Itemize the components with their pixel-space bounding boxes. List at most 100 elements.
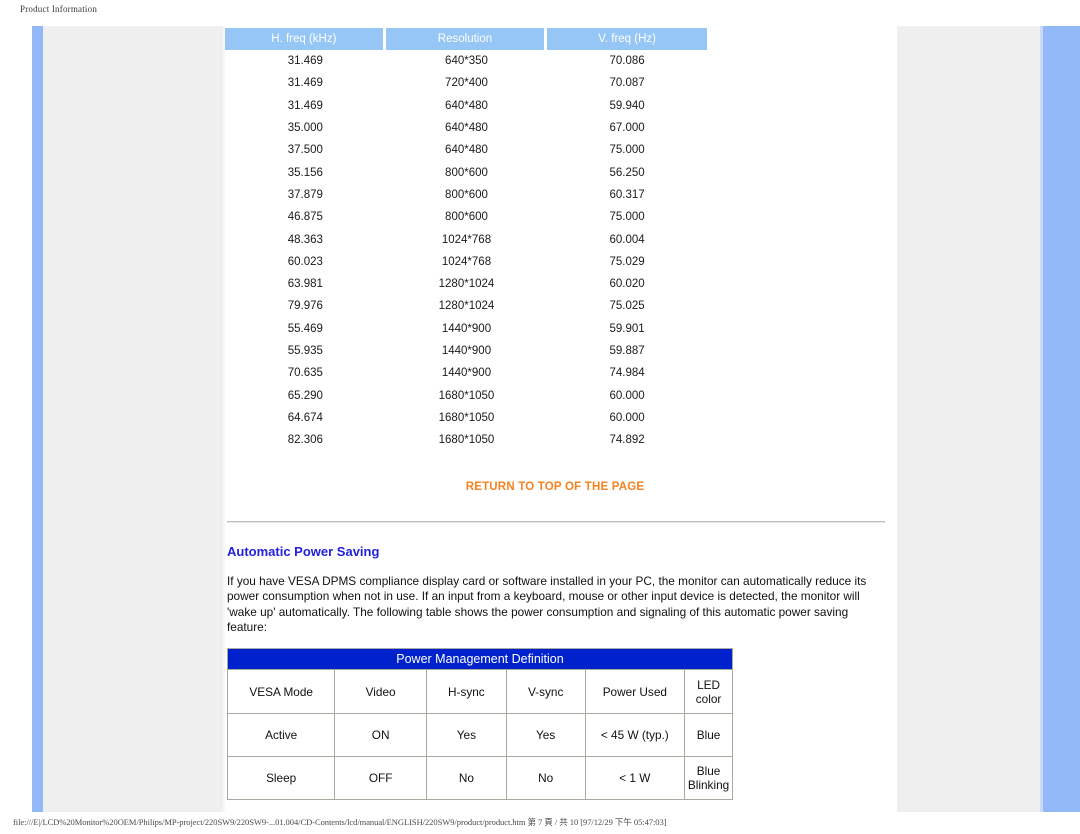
led-line1: Blue: [696, 728, 721, 742]
table-row: 37.500 640*480 75.000: [225, 139, 707, 161]
cell-vfreq: 59.940: [609, 99, 645, 112]
cell-resolution: 1680*1050: [438, 434, 495, 447]
cell-power-used: < 45 W (typ.): [584, 713, 686, 757]
power-table-title-row: Power Management Definition: [227, 648, 733, 670]
cell-hfreq: 35.000: [287, 122, 323, 135]
cell-hfreq: 46.875: [287, 211, 323, 224]
cell-vfreq: 70.087: [609, 77, 645, 90]
power-management-table: Power Management Definition VESA Mode Vi…: [226, 648, 733, 800]
cell-vfreq: 60.004: [609, 233, 645, 246]
cell-vfreq: 67.000: [609, 122, 645, 135]
section-paragraph: If you have VESA DPMS compliance display…: [227, 574, 867, 634]
column-header-hsync: H-sync: [425, 669, 507, 714]
column-header-video: Video: [334, 669, 427, 714]
cell-vfreq: 75.000: [609, 211, 645, 224]
cell-hfreq: 37.879: [287, 188, 323, 201]
cell-vsync: Yes: [505, 713, 586, 757]
cell-hfreq: 65.290: [287, 389, 323, 402]
led-header-line2: color: [695, 691, 722, 706]
cell-video: ON: [334, 713, 427, 757]
cell-vfreq: 75.025: [609, 300, 645, 313]
cell-resolution: 1680*1050: [438, 411, 495, 424]
cell-hfreq: 31.469: [287, 99, 323, 112]
led-header-line1: LED: [697, 677, 721, 692]
table-row: 31.469 640*480 59.940: [225, 95, 707, 117]
cell-resolution: 800*600: [445, 188, 488, 201]
main-content: H. freq (kHz) Resolution V. freq (Hz) 31…: [225, 26, 897, 812]
cell-hfreq: 31.469: [287, 77, 323, 90]
column-header-hfreq: H. freq (kHz): [225, 28, 386, 50]
left-nav-panel[interactable]: [43, 26, 225, 812]
status-bar: file:///E|/LCD%20Monitor%20OEM/Philips/M…: [0, 812, 1080, 834]
cell-resolution: 640*480: [445, 99, 488, 112]
cell-hfreq: 64.674: [287, 411, 323, 424]
cell-vfreq: 60.000: [609, 389, 645, 402]
column-header-led-color: LED color: [684, 669, 733, 714]
cell-hfreq: 35.156: [287, 166, 323, 179]
table-row: Sleep OFF No No < 1 W Blue Blinking: [226, 756, 733, 800]
cell-hfreq: 70.635: [287, 367, 323, 380]
cell-resolution: 800*600: [445, 166, 488, 179]
table-row: 55.935 1440*900 59.887: [225, 340, 707, 362]
cell-vesa-mode: Active: [226, 713, 336, 757]
column-header-vsync: V-sync: [505, 669, 586, 714]
cell-resolution: 800*600: [445, 211, 488, 224]
table-row: 48.363 1024*768 60.004: [225, 228, 707, 250]
cell-vsync: No: [505, 756, 586, 800]
table-row: 82.306 1680*1050 74.892: [225, 429, 707, 451]
print-header: Product Information: [20, 4, 98, 14]
table-row: 70.635 1440*900 74.984: [225, 362, 707, 384]
cell-hfreq: 60.023: [287, 255, 323, 268]
cell-vfreq: 75.000: [609, 144, 645, 157]
cell-led-color: Blue Blinking: [684, 756, 733, 800]
cell-resolution: 1280*1024: [438, 278, 495, 291]
table-row: 65.290 1680*1050 60.000: [225, 384, 707, 406]
cell-hfreq: 82.306: [287, 434, 323, 447]
cell-hsync: Yes: [425, 713, 507, 757]
cell-resolution: 1024*768: [441, 255, 492, 268]
cell-vfreq: 60.020: [609, 278, 645, 291]
table-row: Active ON Yes Yes < 45 W (typ.) Blue: [226, 713, 733, 757]
table-row: 31.469 640*350 70.086: [225, 50, 707, 72]
status-bar-path: file:///E|/LCD%20Monitor%20OEM/Philips/M…: [13, 817, 667, 827]
cell-resolution: 640*480: [445, 144, 488, 157]
cell-hsync: No: [425, 756, 507, 800]
cell-vfreq: 60.000: [609, 411, 645, 424]
table-row: 79.976 1280*1024 75.025: [225, 295, 707, 317]
cell-vfreq: 60.317: [609, 188, 645, 201]
cell-resolution: 640*480: [445, 122, 488, 135]
cell-resolution: 1440*900: [441, 367, 492, 380]
right-nav-stripe: [1043, 26, 1080, 812]
preset-timing-table: H. freq (kHz) Resolution V. freq (Hz) 31…: [225, 28, 707, 451]
cell-hfreq: 31.469: [287, 55, 323, 68]
power-table-title: Power Management Definition: [227, 648, 733, 670]
cell-video: OFF: [334, 756, 427, 800]
column-header-vesa-mode: VESA Mode: [226, 669, 336, 714]
left-nav-stripe: [32, 26, 43, 812]
cell-vfreq: 75.029: [609, 255, 645, 268]
right-side-panel: [897, 26, 1040, 812]
table-row: 35.000 640*480 67.000: [225, 117, 707, 139]
led-line1: Blue: [696, 764, 721, 778]
table-row: 37.879 800*600 60.317: [225, 184, 707, 206]
table-row: 63.981 1280*1024 60.020: [225, 273, 707, 295]
return-to-top-link[interactable]: RETURN TO TOP OF THE PAGE: [225, 481, 885, 493]
cell-resolution: 640*350: [445, 55, 488, 68]
table-row: 35.156 800*600 56.250: [225, 161, 707, 183]
cell-resolution: 1440*900: [441, 322, 492, 335]
table-row: 31.469 720*400 70.087: [225, 72, 707, 94]
cell-vfreq: 74.984: [609, 367, 645, 380]
column-header-vfreq: V. freq (Hz): [547, 28, 707, 50]
cell-resolution: 1440*900: [441, 345, 492, 357]
cell-hfreq: 63.981: [287, 278, 323, 291]
cell-resolution: 1680*1050: [438, 389, 495, 402]
cell-vesa-mode: Sleep: [226, 756, 336, 800]
power-table-header-row: VESA Mode Video H-sync V-sync Power Used…: [226, 669, 733, 714]
table-row: 64.674 1680*1050 60.000: [225, 407, 707, 429]
column-header-resolution: Resolution: [385, 28, 548, 50]
cell-vfreq: 74.892: [609, 434, 645, 447]
table-row: 46.875 800*600 75.000: [225, 206, 707, 228]
cell-resolution: 720*400: [445, 77, 488, 90]
cell-vfreq: 59.887: [609, 345, 645, 357]
cell-vfreq: 59.901: [609, 322, 645, 335]
